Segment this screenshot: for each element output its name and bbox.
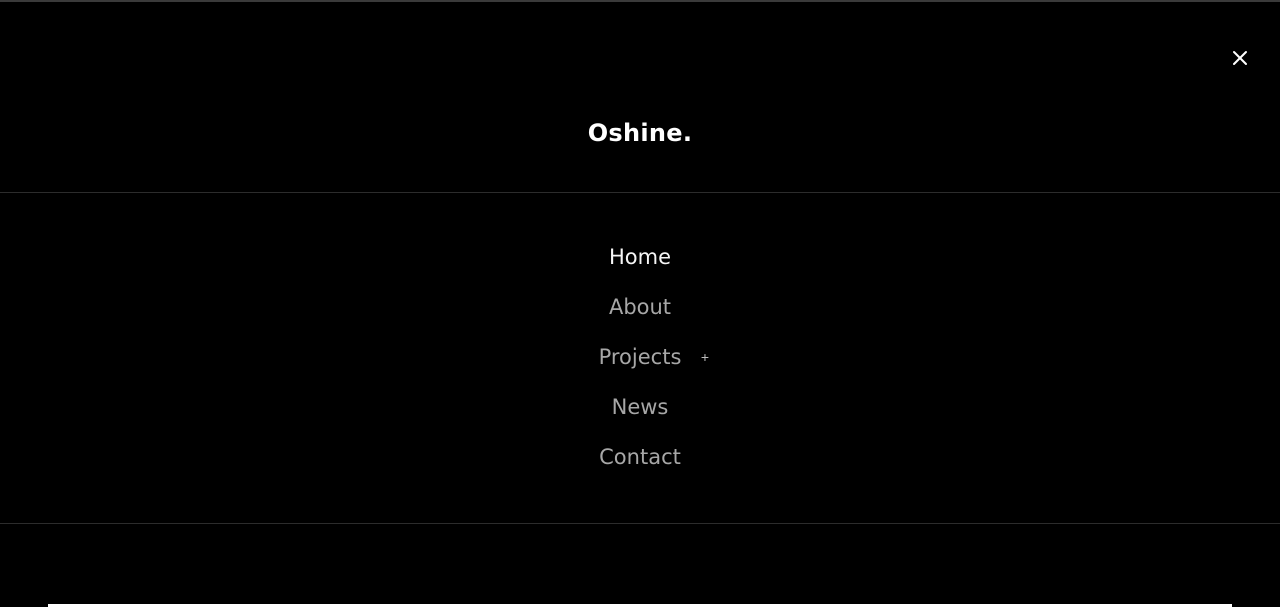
nav-link-news[interactable]: News <box>612 382 669 432</box>
nav-link-contact[interactable]: Contact <box>599 432 681 482</box>
nav-item-projects: Projects + <box>0 332 1280 382</box>
header-divider <box>0 192 1280 193</box>
close-icon <box>1232 50 1248 66</box>
nav-item-contact: Contact <box>0 432 1280 482</box>
main-navigation: Home About Projects + News Contact <box>0 232 1280 482</box>
nav-item-about: About <box>0 282 1280 332</box>
footer-divider <box>0 523 1280 524</box>
close-menu-button[interactable] <box>1226 44 1254 72</box>
top-border <box>0 0 1280 2</box>
site-logo[interactable]: Oshine. <box>0 112 1280 154</box>
nav-item-news: News <box>0 382 1280 432</box>
nav-link-about[interactable]: About <box>609 282 671 332</box>
projects-submenu-toggle[interactable]: + <box>698 332 712 382</box>
nav-link-home[interactable]: Home <box>609 232 671 282</box>
nav-item-home: Home <box>0 232 1280 282</box>
nav-link-projects[interactable]: Projects <box>599 332 682 382</box>
